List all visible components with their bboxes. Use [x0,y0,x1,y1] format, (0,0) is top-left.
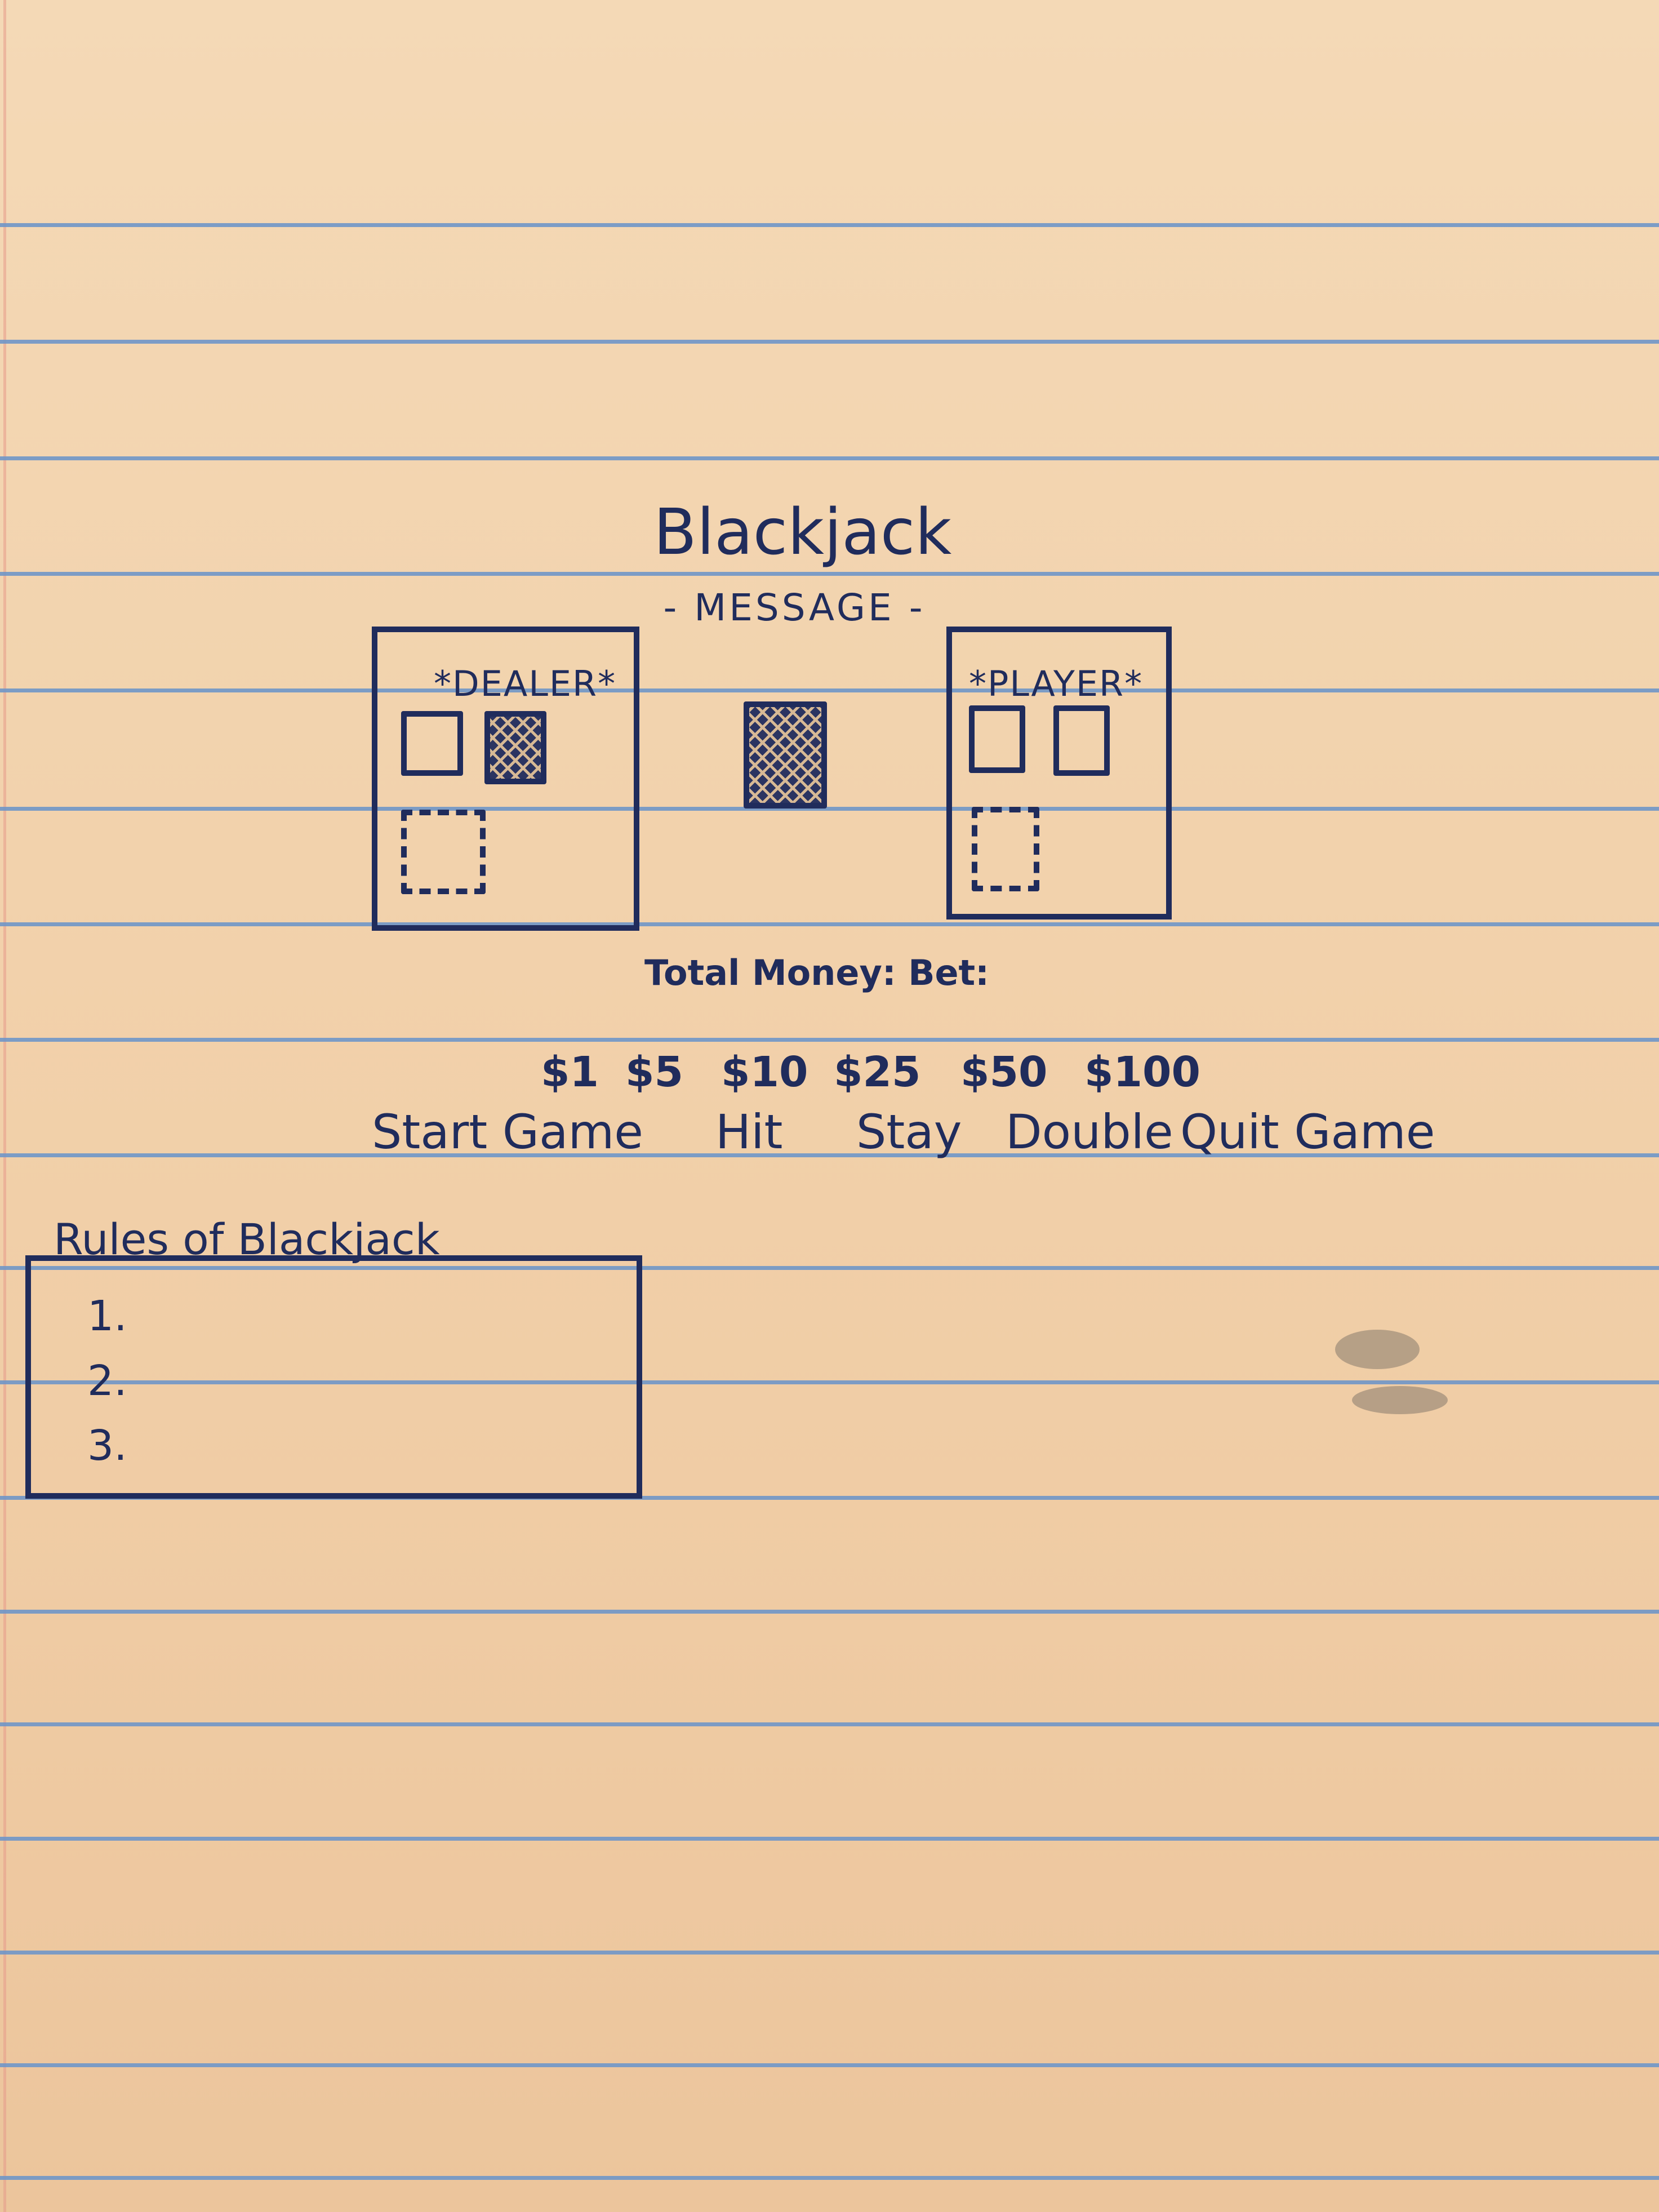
dealer-card-slot [401,810,486,894]
player-label: *PLAYER* [969,663,1144,704]
paper-smudge [1335,1330,1420,1369]
bet-10-button[interactable]: $10 [721,1048,808,1096]
ruled-line [0,2063,1659,2067]
hit-button[interactable]: Hit [715,1104,782,1160]
bet-5-button[interactable]: $5 [625,1048,683,1096]
game-message: - MESSAGE - [663,586,926,629]
ruled-line [0,1038,1659,1042]
rule-item: 1. [87,1292,127,1340]
ruled-line [0,223,1659,227]
start-game-button[interactable]: Start Game [372,1104,643,1160]
ruled-line [0,1951,1659,1955]
ruled-line [0,1722,1659,1726]
player-panel: *PLAYER* [946,627,1172,920]
player-card [969,705,1025,773]
deck-card-stack[interactable] [744,701,827,809]
double-button[interactable]: Double [1006,1104,1173,1160]
ruled-line [0,340,1659,344]
bet-1-button[interactable]: $1 [541,1048,599,1096]
dealer-card-face-up [401,711,463,776]
ruled-line [0,1610,1659,1614]
ruled-line [0,456,1659,460]
rules-box: 1. 2. 3. [25,1255,642,1499]
bet-25-button[interactable]: $25 [834,1048,920,1096]
player-card [1053,705,1110,776]
bet-100-button[interactable]: $100 [1084,1048,1200,1096]
rule-item: 3. [87,1422,127,1470]
dealer-card-face-down [484,711,546,784]
margin-line [3,0,6,2212]
bet-50-button[interactable]: $50 [960,1048,1047,1096]
ruled-line [0,2176,1659,2180]
ruled-line [0,689,1659,692]
dealer-label: *DEALER* [434,663,617,704]
ruled-line [0,922,1659,926]
ruled-line [0,1837,1659,1841]
player-card-slot [972,807,1039,891]
stay-button[interactable]: Stay [856,1104,962,1160]
dealer-panel: *DEALER* [372,627,639,931]
quit-game-button[interactable]: Quit Game [1180,1104,1435,1160]
ruled-line [0,572,1659,576]
money-bet-status: Total Money: Bet: [644,952,989,993]
ruled-line [0,807,1659,811]
paper-smudge [1352,1386,1448,1414]
rule-item: 2. [87,1357,127,1405]
game-title: Blackjack [653,496,952,569]
